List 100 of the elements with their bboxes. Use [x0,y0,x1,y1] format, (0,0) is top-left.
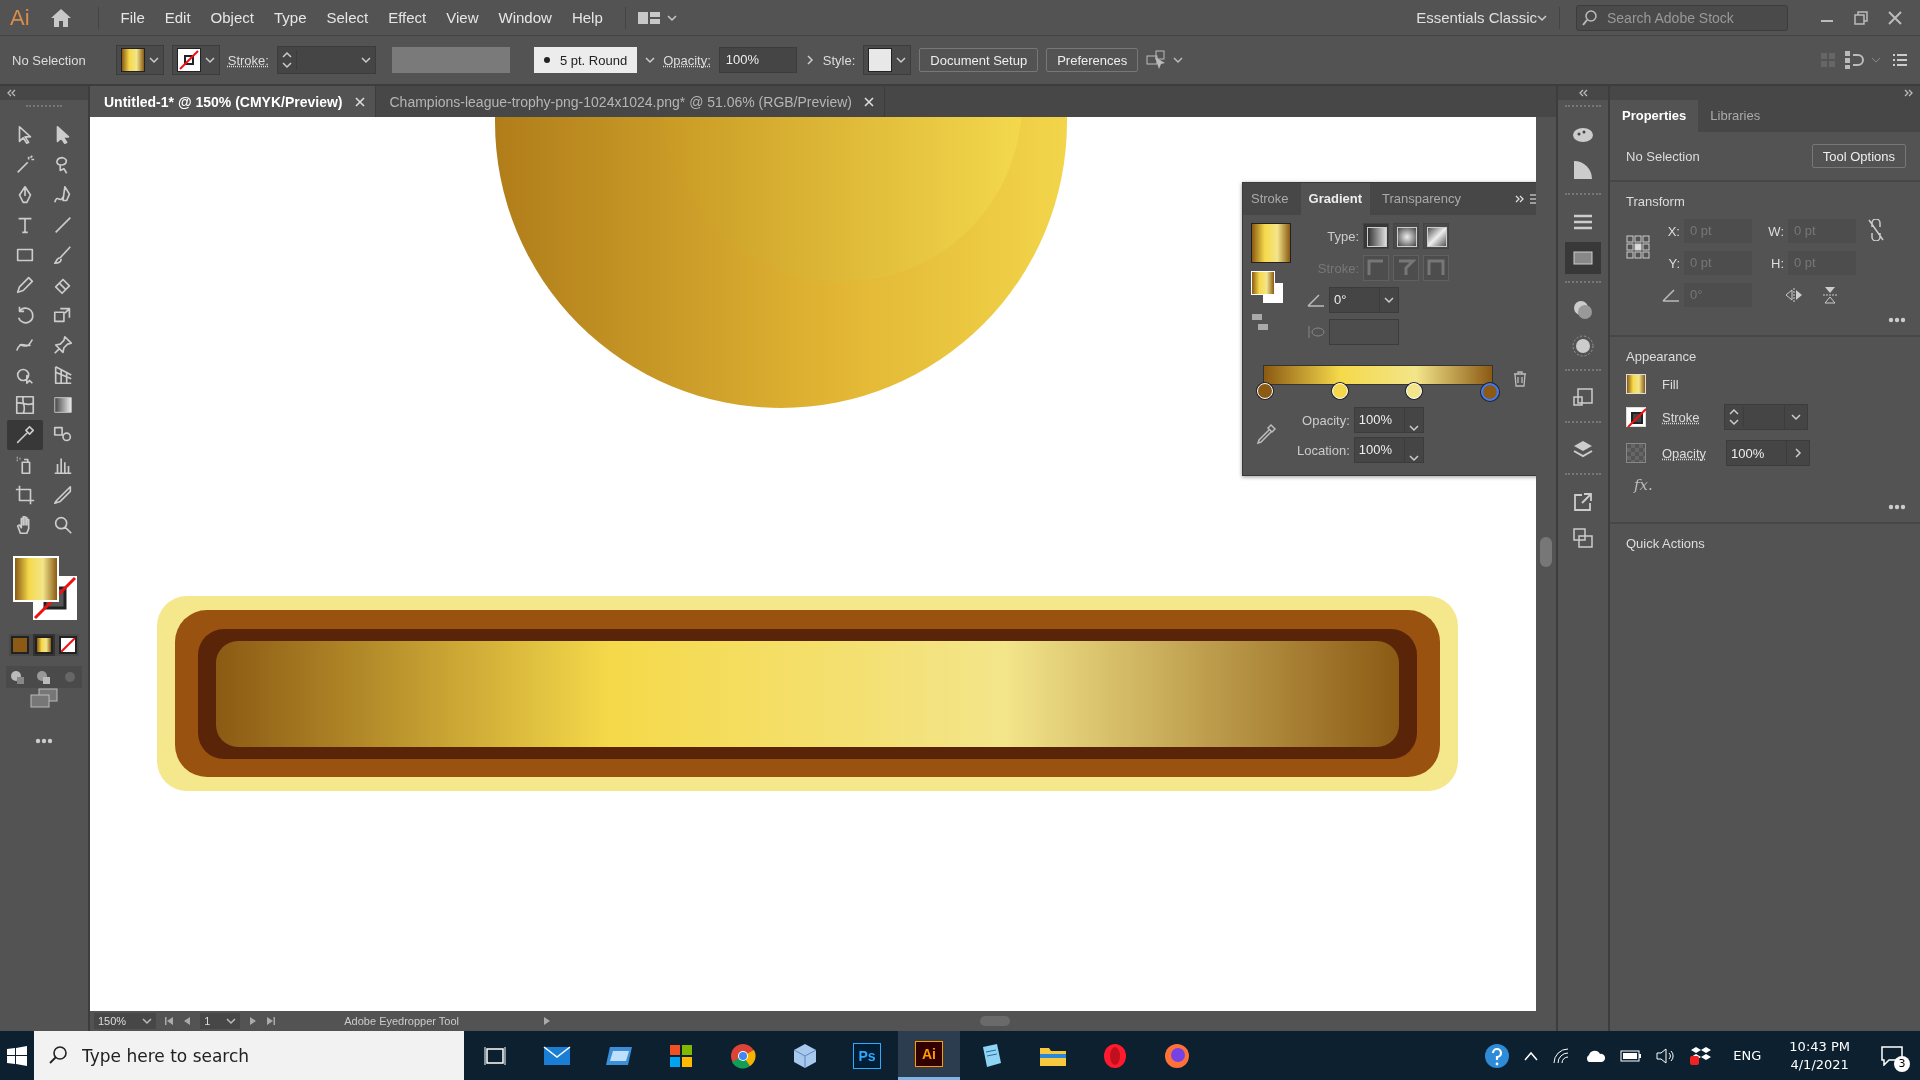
fill-swatch[interactable] [1626,374,1646,394]
more-icon[interactable] [1888,317,1906,323]
panel-tab[interactable]: Stroke [1243,183,1297,215]
windows-logo-icon[interactable] [7,1045,27,1066]
help-icon[interactable] [1484,1042,1511,1069]
section-title: Appearance [1626,349,1698,364]
toolbar-button[interactable]: Document Setup [919,48,1039,72]
menu-item[interactable]: Effect [378,9,437,26]
status-text: Adobe Eyedropper Tool [344,1015,461,1027]
taskbar-search-field[interactable]: Type here to search [34,1031,464,1080]
gradient-ramp[interactable] [1263,365,1493,385]
menu-item[interactable]: File [110,9,155,26]
gradient-type-button[interactable] [1393,223,1419,249]
brush-dropdown[interactable]: 5 pt. Round [533,47,638,73]
gradient-preview-swatch[interactable] [1251,223,1291,263]
language-indicator[interactable]: ENG [1733,1048,1762,1063]
app-label: Ps [853,1042,881,1069]
trash-icon[interactable] [1513,371,1527,387]
chevron-right-icon [804,55,815,65]
reference-point-icon[interactable] [1626,235,1650,259]
stroke-dropdown[interactable] [171,45,220,75]
panel-tab[interactable]: Gradient [1300,183,1371,215]
menu-item[interactable]: Type [263,9,317,26]
toolbar-button[interactable]: Preferences [1046,48,1139,72]
stroke-weight-field[interactable] [1723,404,1808,430]
angle-field[interactable]: 0° [1329,287,1399,313]
unlink-icon[interactable] [1868,219,1884,241]
restore-icon[interactable] [1854,10,1868,25]
previous-page-icon[interactable] [182,1016,193,1026]
eyedropper-icon[interactable] [1255,423,1277,445]
knife-icon [52,484,74,506]
more-icon[interactable] [35,738,53,744]
gradient-swatch-icon[interactable] [35,636,53,654]
battery-icon[interactable] [1620,1048,1643,1063]
reverse-gradient-icon[interactable] [1251,313,1269,331]
home-icon[interactable] [49,7,72,28]
location-label: Location: [1297,442,1350,458]
menu-item[interactable]: Edit [154,9,201,26]
dotted-circle-icon [1572,335,1594,357]
menu-item[interactable]: Window [488,9,562,26]
workspace-layout-icon[interactable] [637,10,678,25]
close-icon[interactable] [1888,10,1902,25]
wifi-icon[interactable] [1552,1047,1571,1064]
panel-tab[interactable]: Properties [1610,100,1699,132]
document-tab[interactable]: Champions-league-trophy-png-1024x1024.png* @ 51.06% (RGB/Preview) [389,93,852,110]
task-view-icon [484,1045,506,1066]
last-page-icon[interactable] [266,1016,277,1026]
gradient-type-button[interactable] [1363,223,1389,249]
taskbar-app-button[interactable]: Ps [836,1031,898,1080]
close-icon[interactable] [863,96,874,107]
menu-item[interactable]: Object [200,9,264,26]
screen-mode-icon[interactable] [30,688,58,708]
stock-search-field[interactable]: Search Adobe Stock [1576,4,1788,31]
location-field[interactable]: 100% [1353,437,1424,463]
chevron-down-icon [226,1016,237,1026]
page-dropdown[interactable]: 1 [200,1013,241,1029]
workspace-switcher[interactable]: Essentials Classic [1416,9,1537,26]
flip-vertical-icon[interactable] [1822,285,1838,305]
stroke-label[interactable]: Stroke: [227,52,269,68]
color-stop[interactable] [1480,383,1499,401]
panel-button[interactable] [1565,242,1601,274]
menu-item[interactable]: Help [561,9,613,26]
more-icon[interactable] [1888,504,1906,510]
fill-dropdown[interactable] [115,45,164,75]
stroke-label[interactable]: Stroke [1662,409,1700,425]
menu-item[interactable]: Select [316,9,379,26]
opacity-label[interactable]: Opacity [1662,445,1707,461]
taskbar-app-button[interactable]: Ai [898,1031,960,1080]
cloud-icon[interactable] [1584,1048,1607,1063]
opacity-field[interactable]: 100% [718,47,797,73]
opacity-label[interactable]: Opacity: [663,52,711,68]
style-dropdown[interactable] [863,45,912,75]
zoom-dropdown[interactable]: 150% [94,1013,157,1029]
menu-item[interactable]: View [436,9,489,26]
stroke-weight-field[interactable] [276,46,376,74]
clock[interactable]: 10:43 PM 4/1/2021 [1789,1037,1850,1074]
effects-button[interactable]: fx. [1626,476,1653,494]
close-icon[interactable] [354,96,365,107]
list-icon[interactable] [1892,53,1908,67]
chevron-up-icon [281,50,292,60]
panel-tab[interactable]: Libraries [1698,100,1773,132]
tool-button[interactable] [7,420,43,450]
flip-horizontal-icon[interactable] [1784,287,1804,303]
opacity-swatch[interactable] [1626,443,1646,463]
chevron-down-icon [142,1016,153,1026]
opacity-field[interactable]: 100% [1353,407,1424,433]
opacity-field[interactable]: 100% [1726,440,1811,466]
color-swatch-icon[interactable] [11,636,29,654]
tool-options-button[interactable]: Tool Options [1811,144,1906,168]
chevron-double-left-icon [1578,88,1588,98]
gradient-type-button[interactable] [1423,223,1449,249]
notification-button[interactable]: 3 [1864,1031,1920,1080]
chevron-up-icon[interactable] [1524,1050,1539,1061]
mail-icon [543,1044,571,1067]
dropbox-icon[interactable] [1690,1045,1713,1066]
stroke-swatch[interactable] [1626,407,1646,427]
volume-icon[interactable] [1656,1047,1677,1064]
panel-tab[interactable]: Transparency [1374,183,1470,215]
first-page-icon[interactable] [164,1016,175,1026]
none-swatch-icon[interactable] [59,636,77,654]
